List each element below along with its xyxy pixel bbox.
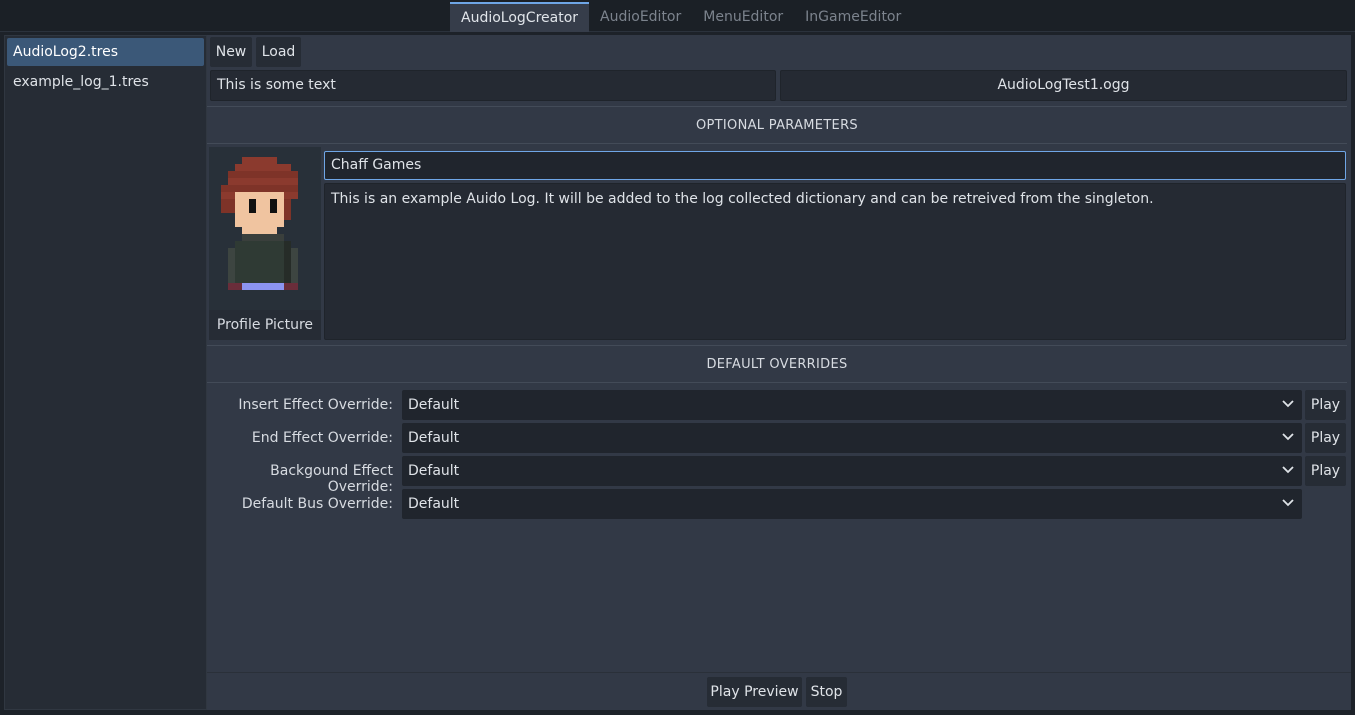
default-bus-label: Default Bus Override: (241, 496, 393, 512)
default-overrides-title: DEFAULT OVERRIDES (706, 357, 848, 372)
chevron-down-icon (1282, 400, 1294, 408)
background-effect-value: Default (408, 463, 460, 479)
separator (207, 345, 1347, 346)
profile-picture-image (221, 157, 298, 290)
new-button[interactable]: New (210, 37, 252, 67)
chevron-down-icon (1282, 466, 1294, 474)
profile-picture-label: Profile Picture (209, 310, 321, 340)
editor-tabs: AudioLogCreator AudioEditor MenuEditor I… (450, 2, 912, 32)
insert-effect-value: Default (408, 397, 460, 413)
separator (207, 382, 1347, 383)
description-textarea[interactable]: This is an example Auido Log. It will be… (324, 183, 1346, 340)
file-list: AudioLog2.tres example_log_1.tres (4, 35, 207, 710)
log-text-field[interactable]: This is some text (210, 70, 776, 101)
insert-effect-label: Insert Effect Override: (238, 397, 393, 413)
tab-menueditor[interactable]: MenuEditor (692, 2, 794, 32)
end-effect-value: Default (408, 430, 460, 446)
insert-effect-play-button[interactable]: Play (1305, 390, 1346, 420)
load-button[interactable]: Load (256, 37, 301, 67)
insert-effect-select[interactable]: Default (402, 390, 1302, 420)
default-bus-value: Default (408, 496, 460, 512)
author-input[interactable]: Chaff Games (324, 151, 1346, 180)
editor-panel: New Load This is some text AudioLogTest1… (207, 35, 1351, 710)
file-item-example-log-1[interactable]: example_log_1.tres (7, 68, 204, 96)
file-item-audiolog2[interactable]: AudioLog2.tres (7, 38, 204, 66)
background-effect-label: Backgound Effect Override: (270, 463, 393, 495)
top-tab-bar: AudioLogCreator AudioEditor MenuEditor I… (0, 0, 1355, 32)
separator (207, 106, 1347, 107)
audio-file-button[interactable]: AudioLogTest1.ogg (780, 70, 1347, 101)
play-preview-button[interactable]: Play Preview (707, 677, 802, 707)
stop-button[interactable]: Stop (806, 677, 847, 707)
chevron-down-icon (1282, 433, 1294, 441)
footer-bar: Play Preview Stop (207, 672, 1351, 710)
chevron-down-icon (1282, 499, 1294, 507)
tab-audioeditor[interactable]: AudioEditor (589, 2, 692, 32)
profile-picture-panel[interactable]: Profile Picture (209, 147, 321, 340)
end-effect-select[interactable]: Default (402, 423, 1302, 453)
tab-audiologcreator[interactable]: AudioLogCreator (450, 2, 590, 32)
end-effect-label: End Effect Override: (251, 430, 393, 446)
optional-parameters-title: OPTIONAL PARAMETERS (696, 118, 858, 133)
background-effect-play-button[interactable]: Play (1305, 456, 1346, 486)
tab-ingameeditor[interactable]: InGameEditor (794, 2, 912, 32)
end-effect-play-button[interactable]: Play (1305, 423, 1346, 453)
default-bus-select[interactable]: Default (402, 489, 1302, 519)
background-effect-select[interactable]: Default (402, 456, 1302, 486)
separator (207, 143, 1347, 144)
